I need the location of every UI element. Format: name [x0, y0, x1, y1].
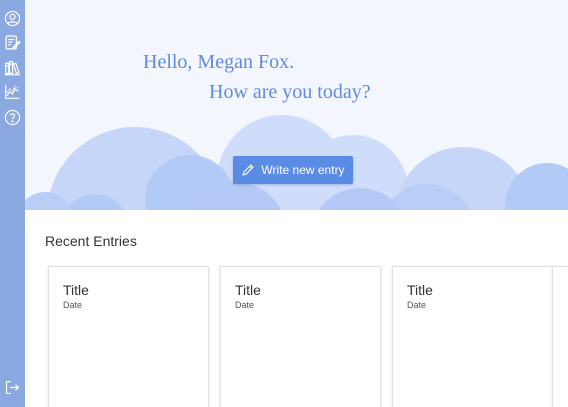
hero-banner: Hello, Megan Fox. How are you today? Wri… [25, 0, 568, 210]
greeting-question: How are you today? [209, 81, 371, 103]
sidebar-item-help[interactable] [3, 108, 22, 127]
entry-title: Title [407, 282, 433, 298]
write-new-entry-label: Write new entry [261, 163, 345, 177]
help-icon [4, 109, 21, 126]
greeting-name: Hello, Megan Fox. [143, 51, 295, 73]
profile-icon [4, 10, 21, 27]
entry-card-partial[interactable] [552, 266, 568, 407]
logout-icon [5, 380, 20, 395]
chart-icon [5, 84, 20, 99]
app-window: Hello, Megan Fox. How are you today? Wri… [0, 0, 568, 407]
entry-date: Date [63, 300, 83, 310]
write-new-entry-button[interactable]: Write new entry [233, 156, 353, 184]
entry-card[interactable]: Title Date [392, 266, 553, 407]
journal-icon [5, 35, 21, 50]
sidebar [0, 0, 25, 407]
logout-button[interactable] [3, 378, 22, 397]
sidebar-item-profile[interactable] [3, 9, 22, 28]
entry-date: Date [407, 300, 427, 310]
sidebar-item-stats[interactable] [3, 82, 22, 101]
entry-card[interactable]: Title Date [48, 266, 209, 407]
entry-title: Title [63, 282, 89, 298]
entry-date: Date [235, 300, 255, 310]
sidebar-item-library[interactable] [3, 58, 22, 77]
entry-title: Title [235, 282, 261, 298]
recent-entries-heading: Recent Entries [45, 233, 137, 249]
library-icon [4, 60, 21, 76]
sidebar-item-journal[interactable] [3, 33, 22, 52]
entry-card[interactable]: Title Date [220, 266, 381, 407]
pencil-icon [242, 164, 255, 176]
